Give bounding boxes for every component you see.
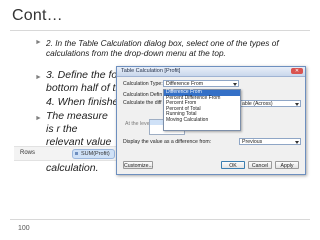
ok-button[interactable]: OK — [221, 161, 245, 169]
bullet-step-4: ► 4. When finished — [46, 96, 126, 109]
bullet-text: The measure is r the relevant value tabl… — [46, 110, 112, 174]
customize-button[interactable]: Customize... — [123, 161, 153, 169]
bullet-text: 4. When finished — [46, 96, 125, 108]
page-number: 100 — [18, 225, 30, 232]
difference-from-value: Previous — [242, 139, 263, 145]
chevron-down-icon — [295, 103, 299, 106]
bullet-text: 2. In the Table Calculation dialog box, … — [46, 38, 279, 58]
pill-label: SUM(Profit) — [81, 151, 110, 157]
calculate-difference-label: Calculate the diff — [123, 100, 162, 106]
difference-from-select[interactable]: Previous — [239, 138, 301, 145]
chevron-down-icon — [233, 83, 237, 86]
bullet-arrow-icon: ► — [35, 74, 42, 81]
bullet-step-2: ► 2. In the Table Calculation dialog box… — [35, 38, 306, 58]
dialog-title: Table Calculation [Profit] — [121, 68, 181, 74]
table-calculation-dialog: Table Calculation [Profit] ✕ Calculation… — [116, 66, 306, 175]
rows-shelf: Rows SUM(Profit) — [14, 146, 118, 161]
sum-profit-pill[interactable]: SUM(Profit) — [72, 149, 115, 159]
compute-using-value: able (Across) — [242, 101, 273, 107]
bullet-measure-note: ► The measure is r the relevant value ta… — [35, 110, 116, 175]
cancel-button[interactable]: Cancel — [248, 161, 272, 169]
footer-divider — [10, 219, 310, 220]
calculation-definition-label: Calculation Defin — [123, 92, 163, 98]
slide-title: Cont… — [12, 7, 63, 24]
title-divider — [10, 30, 310, 31]
measure-icon — [75, 152, 78, 155]
chevron-down-icon — [295, 141, 299, 144]
apply-button[interactable]: Apply — [275, 161, 299, 169]
calculation-type-value: Difference From — [166, 81, 204, 87]
calculation-type-select[interactable]: Difference From — [163, 80, 239, 87]
rows-shelf-label: Rows — [20, 150, 36, 156]
bullet-arrow-icon: ► — [35, 39, 42, 46]
close-icon[interactable]: ✕ — [291, 68, 303, 74]
slide: Cont… ► 2. In the Table Calculation dial… — [0, 0, 320, 240]
display-difference-label: Display the value as a difference from: — [123, 139, 212, 145]
compute-using-select[interactable]: able (Across) — [239, 100, 301, 107]
dropdown-option[interactable]: Moving Calculation — [164, 117, 240, 124]
calculation-type-label: Calculation Type: — [123, 81, 163, 87]
calculation-type-dropdown-list: Difference From Percent Difference From … — [163, 89, 241, 131]
bullet-arrow-icon: ► — [35, 115, 42, 122]
dialog-titlebar[interactable]: Table Calculation [Profit] ✕ — [117, 67, 305, 77]
